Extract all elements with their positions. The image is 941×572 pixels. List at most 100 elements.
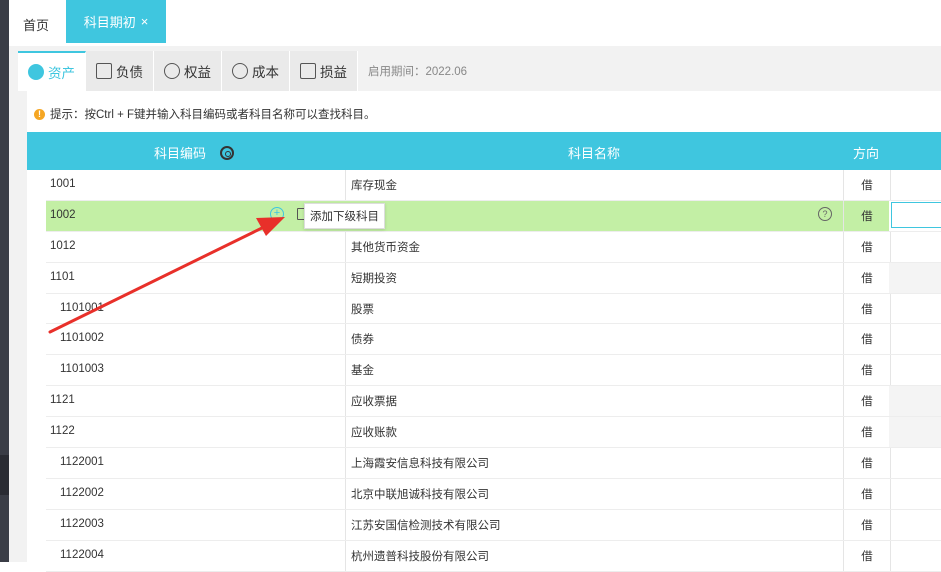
table-row[interactable]: 1101003 基金 借 — [46, 355, 941, 387]
account-name: 债券 — [345, 324, 835, 355]
account-name: 短期投资 — [345, 262, 835, 293]
subtab-equity-label: 权益 — [184, 65, 211, 80]
account-code: 1122004 — [60, 548, 104, 561]
account-direction: 借 — [843, 170, 891, 200]
account-name: 北京中联旭诚科技有限公司 — [345, 478, 835, 509]
add-subaccount-tooltip: 添加下级科目 — [304, 202, 385, 229]
header-name: 科目名称 — [568, 146, 621, 161]
balance-cell[interactable] — [889, 541, 941, 571]
table-row[interactable]: 1122002 北京中联旭诚科技有限公司 借 — [46, 478, 941, 510]
tab-opening-balance[interactable]: 科目期初 × — [66, 0, 166, 43]
balance-cell[interactable] — [889, 510, 941, 540]
table-row[interactable]: 1101 短期投资 借 — [46, 262, 941, 294]
cost-icon — [232, 63, 248, 79]
account-direction: 借 — [843, 355, 891, 386]
table-row[interactable]: 1122 应收账款 借 — [46, 417, 941, 449]
table-row[interactable]: 1122004 杭州遗普科技股份有限公司 借 — [46, 540, 941, 572]
account-name: 基金 — [345, 355, 835, 386]
account-code: 1122 — [50, 425, 75, 438]
balance-cell[interactable] — [889, 170, 941, 200]
account-direction: 借 — [843, 509, 891, 540]
balance-cell[interactable] — [889, 324, 941, 354]
balance-cell[interactable] — [889, 355, 941, 385]
subtab-equity[interactable]: 权益 — [154, 51, 222, 91]
table-row[interactable]: 1001 库存现金 借 — [46, 170, 941, 201]
account-code: 1101001 — [60, 301, 104, 314]
subtab-cost-label: 成本 — [252, 65, 279, 80]
table-row[interactable]: 1121 应收票据 借 — [46, 386, 941, 418]
subtab-profit-loss-label: 损益 — [320, 65, 347, 80]
left-nav-dark-block — [0, 455, 9, 495]
header-code-label: 科目编码 — [154, 146, 207, 161]
balance-cell — [889, 386, 941, 417]
account-direction: 借 — [843, 540, 891, 571]
account-code: 1101003 — [60, 363, 104, 376]
balance-cell — [889, 417, 941, 448]
account-direction: 借 — [843, 417, 891, 448]
account-code: 1001 — [50, 178, 76, 190]
header-direction: 方向 — [853, 146, 880, 161]
account-direction: 借 — [843, 231, 891, 262]
account-code: 1121 — [50, 394, 75, 407]
account-name: 杭州遗普科技股份有限公司 — [345, 540, 835, 571]
header-code: 科目编码 — [154, 143, 235, 162]
balance-cell[interactable] — [889, 448, 941, 478]
account-name: 款 — [345, 201, 835, 231]
subtab-liability-label: 负债 — [116, 65, 143, 80]
table-row[interactable]: 1101002 债券 借 — [46, 324, 941, 356]
account-name: 应收票据 — [345, 386, 835, 417]
close-icon[interactable]: × — [141, 14, 149, 29]
top-tab-bar: 首页 科目期初 × — [9, 0, 941, 46]
add-subaccount-icon[interactable]: + — [270, 206, 284, 221]
tab-opening-balance-label: 科目期初 — [83, 15, 136, 30]
tab-home[interactable]: 首页 — [23, 15, 49, 34]
table-row[interactable]: 1122001 上海霞安信息科技有限公司 借 — [46, 448, 941, 479]
account-code: 1101 — [50, 270, 75, 283]
account-direction: 借 — [843, 293, 891, 324]
warning-icon: ! — [34, 108, 45, 120]
account-code: 1122003 — [60, 517, 104, 530]
balance-cell — [889, 262, 941, 293]
account-direction: 借 — [843, 262, 891, 293]
profit-loss-icon — [300, 63, 316, 79]
subtab-asset[interactable]: 资产 — [18, 51, 86, 91]
account-table-body: 1001 库存现金 借 1002 + 添加下级科目 款 ? 借 1012 其他货… — [46, 170, 941, 572]
search-tip: ! 提示：按Ctrl + F键并输入科目编码或者科目名称可以查找科目。 — [34, 106, 376, 122]
balance-input[interactable] — [891, 201, 941, 228]
subtab-profit-loss[interactable]: 损益 — [290, 51, 358, 91]
table-row-highlighted[interactable]: 1002 + 添加下级科目 款 ? 借 — [46, 200, 941, 232]
table-row[interactable]: 1101001 股票 借 — [46, 293, 941, 325]
account-direction: 借 — [843, 386, 891, 417]
account-name: 库存现金 — [345, 170, 835, 200]
account-code: 1012 — [50, 239, 76, 252]
left-nav-strip — [0, 0, 9, 562]
search-tip-text: 提示：按Ctrl + F键并输入科目编码或者科目名称可以查找科目。 — [50, 109, 376, 121]
account-name: 应收账款 — [345, 417, 835, 448]
table-row[interactable]: 1122003 江苏安国信检测技术有限公司 借 — [46, 509, 941, 541]
table-header: 科目编码 科目名称 方向 — [27, 132, 941, 170]
asset-icon — [28, 64, 44, 80]
help-icon[interactable]: ? — [818, 206, 832, 221]
account-code: 1122002 — [60, 486, 104, 499]
account-code: 1122001 — [60, 456, 104, 469]
account-direction: 借 — [843, 478, 891, 509]
equity-icon — [164, 63, 180, 79]
account-category-tabs: 资产 负债 权益 成本 损益 启用期间：2022.06 — [18, 51, 467, 91]
account-direction: 借 — [843, 324, 891, 355]
subtab-asset-label: 资产 — [48, 66, 75, 81]
account-name: 其他货币资金 — [345, 231, 835, 262]
balance-cell[interactable] — [889, 200, 941, 231]
account-code: 1002 — [50, 208, 76, 221]
account-name: 上海霞安信息科技有限公司 — [345, 448, 835, 478]
account-name: 股票 — [345, 293, 835, 324]
subtab-liability[interactable]: 负债 — [86, 51, 154, 91]
balance-cell[interactable] — [889, 294, 941, 324]
gear-icon[interactable] — [220, 145, 235, 160]
balance-cell[interactable] — [889, 232, 941, 262]
enable-period: 启用期间：2022.06 — [368, 66, 468, 78]
subtab-cost[interactable]: 成本 — [222, 51, 290, 91]
account-direction: 借 — [843, 200, 891, 231]
table-row[interactable]: 1012 其他货币资金 借 — [46, 231, 941, 263]
liability-icon — [96, 63, 112, 79]
balance-cell[interactable] — [889, 479, 941, 509]
